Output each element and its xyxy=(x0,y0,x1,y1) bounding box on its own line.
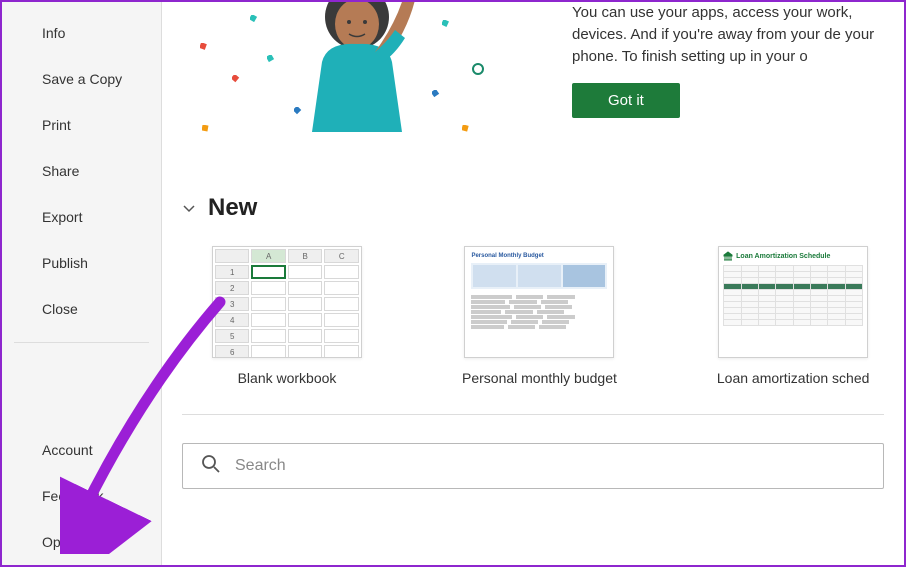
sidebar-item-options[interactable]: Options xyxy=(2,519,161,565)
sidebar-item-account[interactable]: Account xyxy=(2,427,161,473)
setup-banner: You can use your apps, access your work,… xyxy=(182,2,904,172)
bank-icon xyxy=(723,251,733,261)
template-label: Personal monthly budget xyxy=(462,370,617,386)
sidebar-item-info[interactable]: Info xyxy=(2,10,161,56)
template-search[interactable] xyxy=(182,443,884,489)
search-input[interactable] xyxy=(235,457,865,475)
sidebar-item-print[interactable]: Print xyxy=(2,102,161,148)
person-illustration-icon xyxy=(287,2,427,137)
search-icon xyxy=(201,454,221,479)
sidebar-item-feedback[interactable]: Feedback xyxy=(2,473,161,519)
section-divider xyxy=(182,414,884,415)
new-section-header: New xyxy=(182,194,904,222)
sidebar-item-share[interactable]: Share xyxy=(2,148,161,194)
template-label: Loan amortization sched xyxy=(717,370,870,386)
got-it-button[interactable]: Got it xyxy=(572,83,680,118)
banner-message: You can use your apps, access your work,… xyxy=(572,2,904,67)
chevron-down-icon[interactable] xyxy=(182,201,196,215)
sidebar-bottom-group: Account Feedback Options xyxy=(2,427,161,565)
banner-text-area: You can use your apps, access your work,… xyxy=(572,2,904,118)
backstage-sidebar: Info Save a Copy Print Share Export Publ… xyxy=(2,2,162,565)
main-content: You can use your apps, access your work,… xyxy=(162,2,904,565)
template-loan-amortization[interactable]: Loan Amortization Schedule xyxy=(717,246,870,386)
sidebar-item-close[interactable]: Close xyxy=(2,286,161,332)
template-thumb-loan: Loan Amortization Schedule xyxy=(718,246,868,358)
template-gallery: ABC 1 2 3 4 5 6 7 Blank workbook Persona… xyxy=(182,246,904,386)
sidebar-divider xyxy=(14,342,149,343)
template-thumb-budget: Personal Monthly Budget xyxy=(464,246,614,358)
sidebar-item-save-copy[interactable]: Save a Copy xyxy=(2,56,161,102)
template-thumb-blank: ABC 1 2 3 4 5 6 7 xyxy=(212,246,362,358)
sidebar-item-publish[interactable]: Publish xyxy=(2,240,161,286)
sidebar-top-group: Info Save a Copy Print Share Export Publ… xyxy=(2,10,161,332)
template-blank-workbook[interactable]: ABC 1 2 3 4 5 6 7 Blank workbook xyxy=(212,246,362,386)
banner-illustration xyxy=(182,2,542,152)
new-section-title: New xyxy=(208,194,257,222)
template-personal-budget[interactable]: Personal Monthly Budget Personal monthly… xyxy=(462,246,617,386)
sidebar-item-export[interactable]: Export xyxy=(2,194,161,240)
template-label: Blank workbook xyxy=(238,370,337,386)
